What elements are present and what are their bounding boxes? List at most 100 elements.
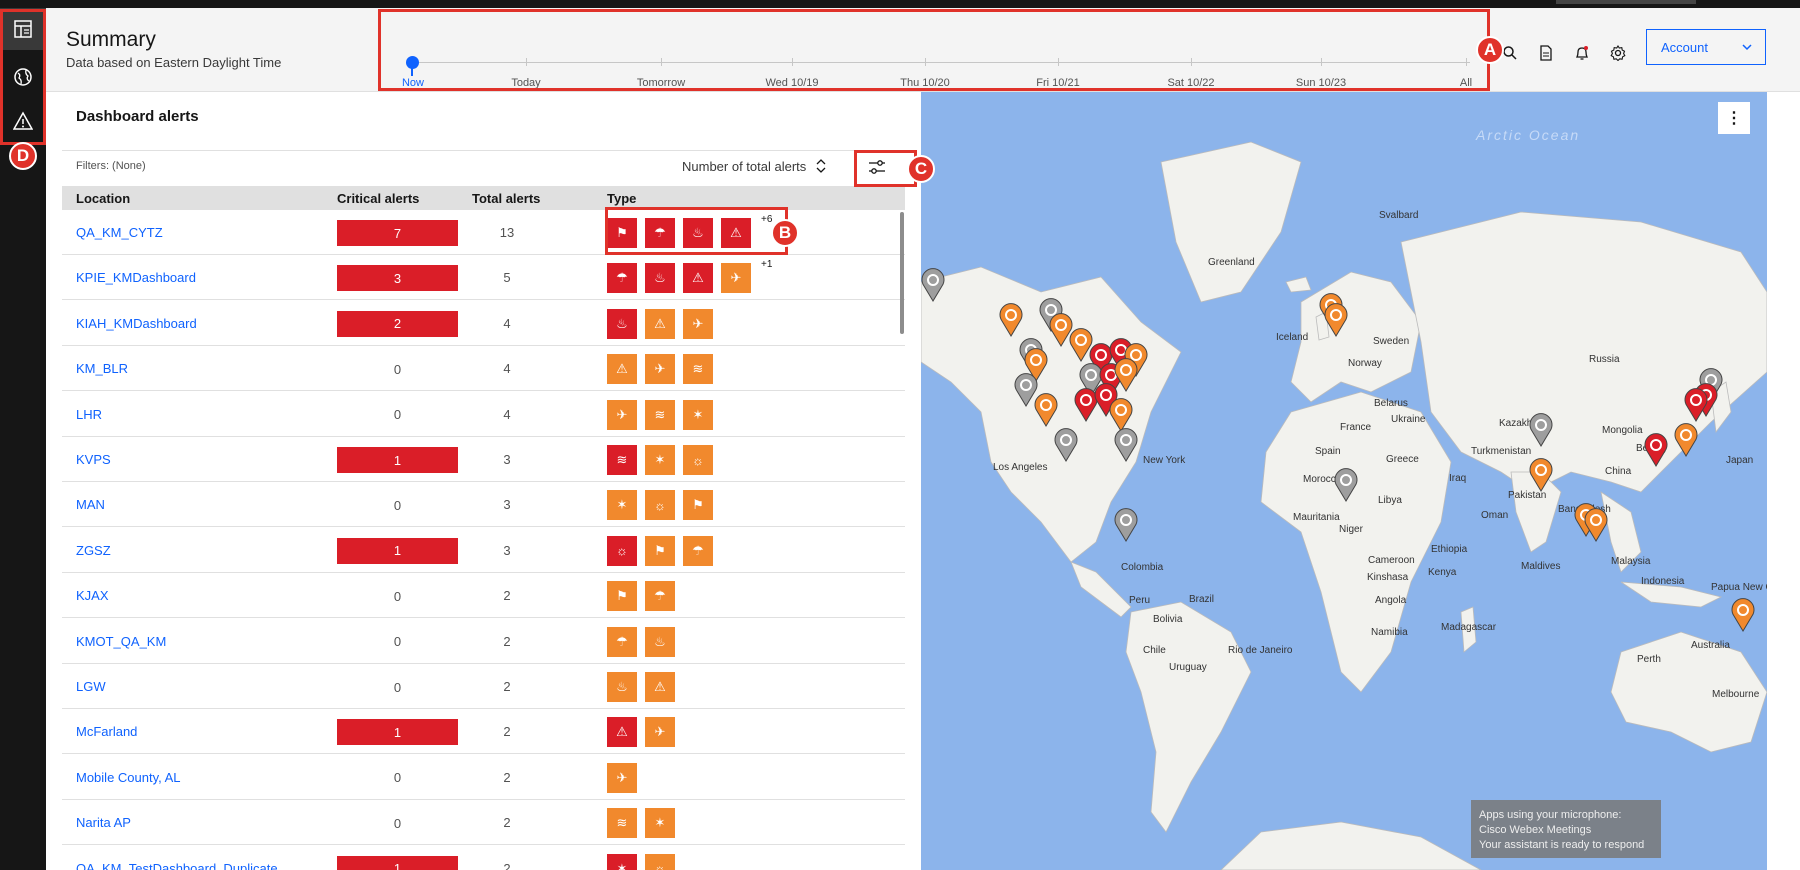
alert-type-icon[interactable]: ♨ (607, 308, 637, 339)
location-pin-icon[interactable] (1583, 508, 1609, 542)
location-link[interactable]: KIAH_KMDashboard (76, 316, 197, 331)
alert-type-icon[interactable]: ≋ (607, 445, 637, 475)
table-row[interactable]: LGW 0 2 ♨ ⚠ (62, 664, 905, 709)
location-pin-icon[interactable] (1528, 413, 1554, 447)
alert-type-icon[interactable]: ☼ (683, 445, 713, 475)
location-pin-icon[interactable] (1673, 423, 1699, 457)
location-pin-icon[interactable] (1643, 433, 1669, 467)
alert-type-icon[interactable]: ✈ (645, 354, 675, 385)
table-scrollbar[interactable] (900, 212, 904, 334)
location-link[interactable]: QA_KM_TestDashboard_Duplicate (76, 861, 278, 870)
alert-type-icon[interactable]: ✈ (721, 263, 751, 294)
account-dropdown[interactable]: Account (1646, 29, 1766, 65)
alert-type-icon[interactable]: ⚠ (645, 672, 675, 702)
alert-type-icon[interactable]: ≋ (645, 399, 675, 430)
document-button[interactable] (1537, 44, 1555, 62)
alert-type-icon[interactable]: ☂ (683, 535, 713, 566)
settings-button[interactable] (1609, 44, 1627, 62)
location-link[interactable]: LHR (76, 407, 102, 422)
filters-summary: Filters: (None) (76, 160, 146, 172)
location-pin-icon[interactable] (921, 268, 946, 302)
column-header-location[interactable]: Location (76, 191, 130, 206)
location-pin-icon[interactable] (1528, 458, 1554, 492)
location-link[interactable]: QA_KM_CYTZ (76, 225, 163, 240)
table-row[interactable]: KJAX 0 2 ⚑ ☂ (62, 573, 905, 619)
alert-type-icon[interactable]: ≋ (607, 808, 637, 839)
column-header-total[interactable]: Total alerts (472, 191, 540, 206)
table-row[interactable]: KVPS 1 3 ≋ ✶ ☼ (62, 437, 905, 482)
alert-type-icon[interactable]: ⚠ (645, 308, 675, 339)
column-header-critical[interactable]: Critical alerts (337, 191, 419, 206)
alert-type-icon[interactable]: ✈ (683, 308, 713, 339)
location-link[interactable]: KJAX (76, 588, 109, 603)
column-header-type[interactable]: Type (607, 191, 636, 206)
alert-type-icon[interactable]: ♨ (607, 672, 637, 702)
alert-type-icon[interactable]: ⚠ (683, 263, 713, 294)
location-link[interactable]: KPIE_KMDashboard (76, 270, 196, 285)
location-link[interactable]: KM_BLR (76, 361, 128, 376)
alert-type-icon[interactable]: ≋ (683, 354, 713, 385)
table-row[interactable]: KIAH_KMDashboard 2 4 ♨ ⚠ ✈ (62, 301, 905, 346)
location-pin-icon[interactable] (1113, 428, 1139, 462)
location-link[interactable]: Narita AP (76, 815, 131, 830)
alert-type-icon[interactable]: ☂ (607, 626, 637, 657)
alert-type-icon[interactable]: ♨ (645, 263, 675, 294)
world-map[interactable]: Arctic Ocean Greenland Svalbard Iceland … (921, 92, 1767, 870)
alert-type-icon[interactable]: ✶ (645, 808, 675, 839)
sort-dropdown[interactable]: Number of total alerts (682, 158, 826, 174)
table-row[interactable]: ZGSZ 1 3 ☼ ⚑ ☂ (62, 528, 905, 573)
table-row[interactable]: MAN 0 3 ✶ ☼ ⚑ (62, 482, 905, 528)
alert-type-icon[interactable]: ⚑ (645, 535, 675, 566)
location-link[interactable]: KMOT_QA_KM (76, 634, 166, 649)
alert-type-icon[interactable]: ⚠ (607, 717, 637, 748)
alert-type-icon[interactable]: ⚑ (683, 490, 713, 521)
alert-type-icon[interactable]: ☼ (607, 535, 637, 566)
alert-type-icon[interactable]: ✶ (607, 853, 637, 870)
alert-type-icon[interactable]: ☼ (645, 490, 675, 521)
location-link[interactable]: LGW (76, 679, 106, 694)
location-link[interactable]: KVPS (76, 452, 111, 467)
alert-type-icon[interactable]: ⚑ (607, 581, 637, 612)
location-link[interactable]: Mobile County, AL (76, 770, 181, 785)
alert-type-icon[interactable]: ✶ (607, 490, 637, 521)
alert-type-icon[interactable]: ✈ (607, 399, 637, 430)
map-menu-button[interactable]: ⋮ (1718, 102, 1750, 134)
total-alerts-count: 3 (503, 452, 511, 467)
table-row[interactable]: QA_KM_TestDashboard_Duplicate 1 2 ✶ ☼ (62, 846, 905, 870)
location-pin-icon[interactable] (1323, 303, 1349, 337)
critical-alerts-count: 1 (337, 719, 458, 746)
location-link[interactable]: ZGSZ (76, 543, 111, 558)
alert-type-icon[interactable]: ☂ (607, 263, 637, 294)
more-types-count[interactable]: +1 (761, 259, 772, 270)
location-pin-icon[interactable] (1730, 598, 1756, 632)
map-label: Madagascar (1441, 622, 1497, 633)
table-row[interactable]: Mobile County, AL 0 2 ✈ (62, 755, 905, 800)
location-pin-icon[interactable] (1333, 468, 1359, 502)
location-pin-icon[interactable] (1113, 508, 1139, 542)
location-link[interactable]: McFarland (76, 724, 137, 739)
alert-type-icon[interactable]: ✶ (645, 445, 675, 475)
location-pin-icon[interactable] (1053, 428, 1079, 462)
alert-type-icon[interactable]: ♨ (645, 626, 675, 657)
alert-type-icon[interactable]: ☂ (645, 581, 675, 612)
map-label: Arctic Ocean (1476, 127, 1581, 143)
location-pin-icon[interactable] (1683, 388, 1709, 422)
table-row[interactable]: KMOT_QA_KM 0 2 ☂ ♨ (62, 619, 905, 664)
notifications-button[interactable] (1573, 44, 1591, 62)
location-link[interactable]: MAN (76, 497, 105, 512)
location-pin-icon[interactable] (1108, 398, 1134, 432)
alert-type-icon[interactable]: ☼ (645, 853, 675, 870)
table-row[interactable]: McFarland 1 2 ⚠ ✈ (62, 709, 905, 755)
annotation-badge-c: C (907, 155, 935, 183)
alert-type-icon[interactable]: ✈ (607, 762, 637, 793)
location-pin-icon[interactable] (1033, 393, 1059, 427)
alert-type-icon[interactable]: ⚠ (607, 354, 637, 385)
table-row[interactable]: KPIE_KMDashboard 3 5 ☂ ♨ ⚠ ✈ +1 (62, 255, 905, 301)
annotation-box-a (378, 9, 1490, 91)
table-row[interactable]: Narita AP 0 2 ≋ ✶ (62, 800, 905, 846)
alert-type-icon[interactable]: ✶ (683, 399, 713, 430)
location-pin-icon[interactable] (998, 303, 1024, 337)
alert-type-icon[interactable]: ✈ (645, 717, 675, 748)
table-row[interactable]: LHR 0 4 ✈ ≋ ✶ (62, 392, 905, 437)
table-row[interactable]: KM_BLR 0 4 ⚠ ✈ ≋ (62, 346, 905, 392)
